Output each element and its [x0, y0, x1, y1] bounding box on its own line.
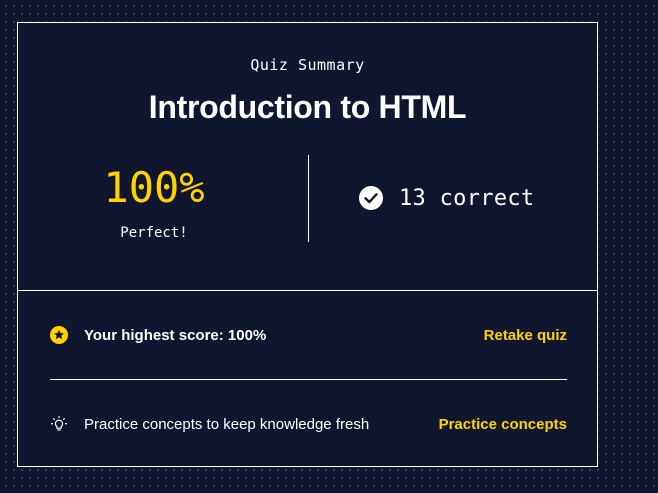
star-badge-icon: [50, 326, 68, 344]
highest-score-label: Your highest score: 100%: [84, 326, 267, 344]
quiz-title: Introduction to HTML: [148, 89, 467, 125]
check-circle-icon: [359, 186, 383, 210]
quiz-summary-card: Quiz Summary Introduction to HTML 100% P…: [17, 22, 598, 467]
vertical-divider: [308, 155, 309, 242]
practice-concepts-link[interactable]: Practice concepts: [439, 416, 567, 433]
score-percentage: 100%: [103, 163, 205, 212]
highest-score-row: Your highest score: 100% Retake quiz: [50, 323, 567, 347]
lightbulb-icon: [50, 415, 68, 433]
summary-eyebrow: Quiz Summary: [250, 56, 365, 74]
score-block: 100% Perfect!: [64, 163, 244, 241]
retake-quiz-link[interactable]: Retake quiz: [484, 327, 567, 344]
score-note: Perfect!: [120, 225, 188, 241]
correct-count-text: 13 correct: [399, 185, 535, 211]
correct-count: 13 correct: [359, 185, 534, 211]
practice-row: Practice concepts to keep knowledge fres…: [50, 412, 567, 436]
practice-label: Practice concepts to keep knowledge fres…: [84, 415, 370, 433]
summary-section: Quiz Summary Introduction to HTML 100% P…: [18, 23, 597, 291]
horizontal-divider: [50, 379, 567, 380]
